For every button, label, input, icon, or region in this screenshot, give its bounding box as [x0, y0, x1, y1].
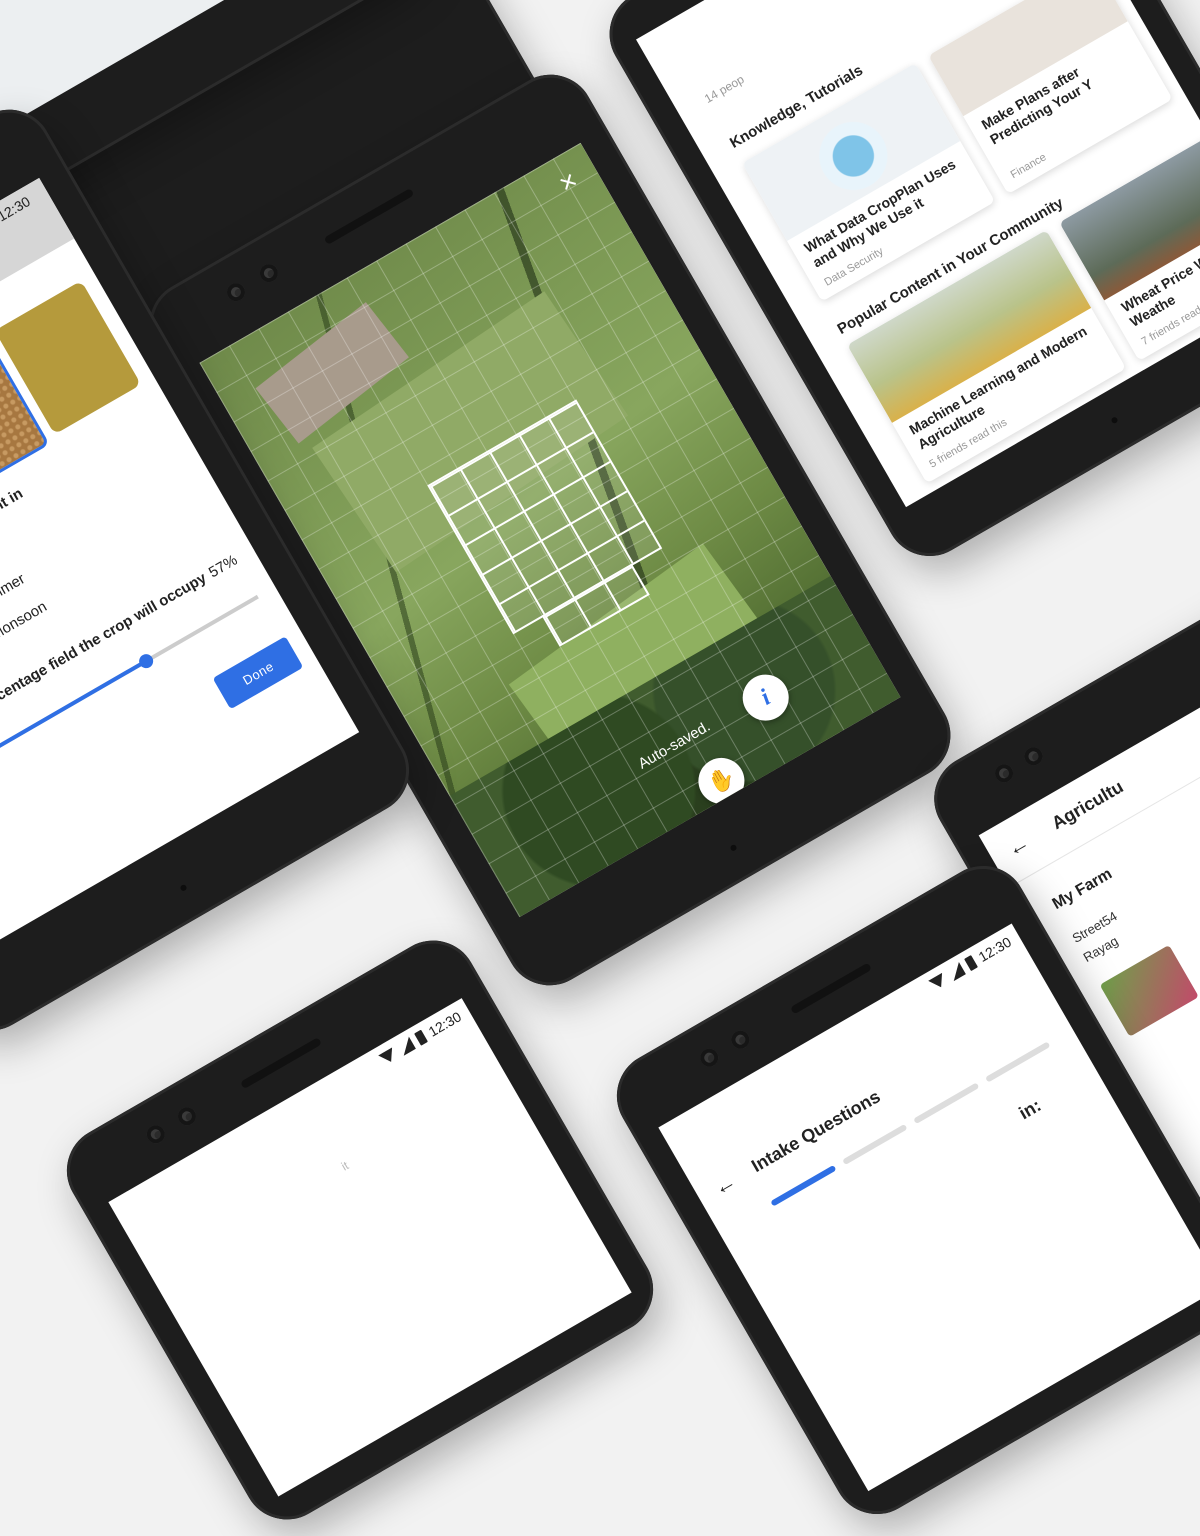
back-arrow-icon[interactable]: ←: [709, 1168, 741, 1202]
key-comma[interactable]: ,: [213, 4, 228, 25]
signal-icon: [396, 1036, 416, 1056]
status-bar: 12:30: [108, 998, 475, 1226]
partial-text: it: [338, 1158, 352, 1174]
emoji-icon[interactable]: ☺: [258, 0, 284, 1]
back-arrow-icon[interactable]: ←: [1002, 829, 1034, 863]
front-camera: [991, 761, 1017, 786]
battery-icon: [414, 1029, 428, 1046]
question-season: Season(s) to plant in: [0, 484, 26, 573]
home-dot: [1110, 416, 1119, 425]
battery-icon: [964, 955, 978, 972]
slider-thumb[interactable]: [136, 651, 156, 671]
farm-header: Agricultu: [1048, 776, 1127, 834]
earpiece: [790, 962, 872, 1015]
key-123[interactable]: ?123: [157, 33, 192, 62]
progress-step: [913, 1082, 979, 1125]
article-card[interactable]: Machine Learning and Modern Agriculture …: [846, 229, 1127, 484]
front-sensor: [1021, 744, 1046, 769]
people-count: 14 peop: [701, 72, 747, 106]
farm-photo[interactable]: [1099, 944, 1199, 1037]
signal-icon: [946, 962, 966, 982]
earpiece: [323, 188, 415, 245]
status-time: 12:30: [0, 193, 33, 225]
earpiece: [240, 1037, 322, 1090]
shift-icon[interactable]: ⇪: [131, 0, 155, 2]
hand-icon: ✋: [703, 762, 740, 799]
card-meta: Finance: [1008, 151, 1049, 182]
status-time: 12:30: [975, 933, 1015, 966]
bottom-screen: 12:30 it: [108, 998, 632, 1497]
wifi-icon: [928, 972, 949, 992]
season-option-monsoon[interactable]: Monsoon: [0, 598, 50, 644]
front-sensor: [728, 1027, 753, 1052]
wifi-icon: [378, 1047, 399, 1066]
progress-step: [841, 1123, 908, 1166]
info-icon: i: [756, 684, 775, 711]
my-farm-title: My Farm: [1049, 865, 1116, 913]
progress-step: [984, 1041, 1051, 1083]
front-camera: [143, 1121, 169, 1147]
question-partial: in:: [1015, 1095, 1045, 1124]
front-sensor: [256, 260, 282, 286]
percentage-value: 57%: [205, 551, 241, 582]
status-time: 12:30: [425, 1008, 465, 1040]
home-dot: [179, 883, 188, 892]
done-button[interactable]: Done: [212, 636, 304, 710]
front-camera: [696, 1045, 722, 1070]
progress-step-active: [770, 1165, 837, 1207]
front-sensor: [174, 1103, 200, 1129]
intake-title: Intake Questions: [748, 1086, 884, 1177]
home-dot: [729, 843, 738, 852]
phone-bottom: 12:30 it: [50, 924, 670, 1536]
front-camera: [223, 279, 249, 305]
